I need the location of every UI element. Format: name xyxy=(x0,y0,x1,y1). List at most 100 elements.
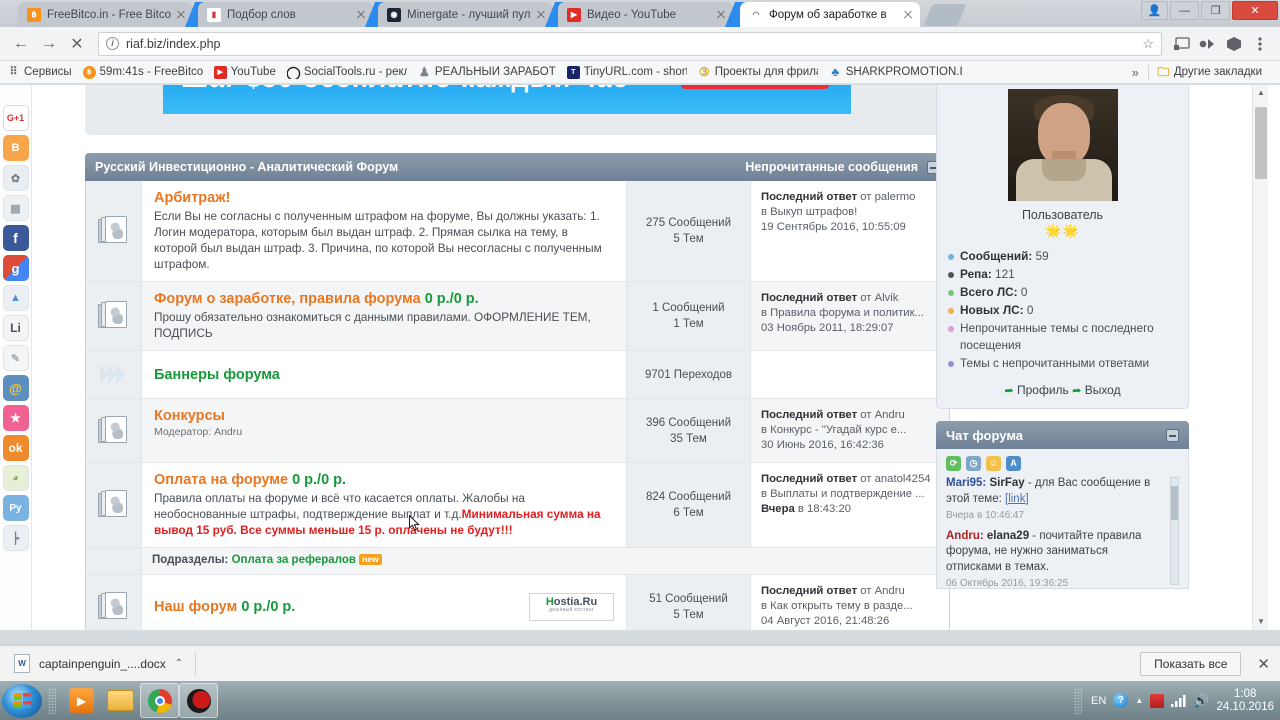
wifi-bars-icon[interactable] xyxy=(1171,694,1187,707)
promo-banner[interactable]: Шаг $50 бесплатно каждый час xyxy=(163,85,851,114)
forum-row[interactable]: Форум о заработке, правила форума 0 р./0… xyxy=(86,282,949,351)
chat-link[interactable]: [link] xyxy=(1005,493,1029,505)
bookmark-realny-zarabotok[interactable]: ♟ РЕАЛЬНЫЙ ЗАРАБОТ xyxy=(418,66,556,79)
hostia-sponsor-banner[interactable]: HHostia.Ruostia.Ru дешёвый хостинг xyxy=(529,592,614,621)
google-drive-share-icon[interactable]: ▲ xyxy=(2,285,29,311)
speaker-icon[interactable]: 🔊 xyxy=(1193,693,1209,709)
mail-ru-share-icon[interactable]: @ xyxy=(2,375,29,401)
language-indicator[interactable]: EN xyxy=(1091,695,1106,707)
lastpost-author[interactable]: от anatol4254 xyxy=(860,473,930,485)
close-icon[interactable] xyxy=(715,9,727,21)
box-extension-icon[interactable] xyxy=(1221,31,1246,56)
liveinternet-share-icon[interactable]: Li xyxy=(2,315,29,341)
blogger-share-icon[interactable]: B xyxy=(2,135,29,161)
address-bar[interactable]: i riaf.biz/index.php ☆ xyxy=(98,31,1162,56)
unread-messages-link[interactable]: Непрочитанные сообщения xyxy=(745,160,918,174)
smiley-icon[interactable]: ☺ xyxy=(986,456,1001,471)
chevron-up-icon[interactable]: ⌃ xyxy=(175,658,183,669)
forum-row[interactable]: Наш форум 0 р./0 р. HHostia.Ruostia.Ru д… xyxy=(86,575,949,630)
close-window-button[interactable]: ✕ xyxy=(1232,1,1278,20)
forum-title-link[interactable]: Форум о заработке, правила форума 0 р./0… xyxy=(154,291,614,307)
qr-share-icon[interactable]: ▩ xyxy=(2,195,29,221)
chat-scrollbar[interactable] xyxy=(1170,477,1179,585)
close-shelf-icon[interactable]: ✕ xyxy=(1257,655,1270,673)
close-icon[interactable] xyxy=(535,9,547,21)
minimize-button[interactable]: — xyxy=(1170,1,1199,20)
forum-title-link[interactable]: Оплата на форуме 0 р./0 р. xyxy=(154,472,614,488)
forum-row[interactable]: Конкурсы Модератор: Andru 396 Сообщений … xyxy=(86,399,949,463)
forum-title-link[interactable]: Баннеры форума xyxy=(154,367,280,383)
help-icon[interactable]: ? xyxy=(1113,693,1129,708)
scroll-down-arrow-icon[interactable]: ▼ xyxy=(1253,614,1269,630)
subsection-link[interactable]: Оплата за рефералов xyxy=(232,554,356,566)
favorites-star-icon[interactable]: ★ xyxy=(2,405,29,431)
windows-media-player-icon[interactable]: ▶ xyxy=(62,683,101,718)
more-share-icon[interactable]: ┝ xyxy=(2,525,29,551)
bookmark-freelance-projects[interactable]: ③ Проекты для фрилан xyxy=(698,66,818,79)
link-unread-topics[interactable]: Непрочитанные темы с последнего посещени… xyxy=(947,320,1178,354)
forum-row[interactable]: Арбитраж! Если Вы не согласны с полученн… xyxy=(86,181,949,282)
google-chrome-icon[interactable] xyxy=(140,683,179,718)
banner-cta-button[interactable] xyxy=(681,85,829,89)
maximize-button[interactable]: ❐ xyxy=(1201,1,1230,20)
pen-share-icon[interactable]: ✎ xyxy=(2,345,29,371)
forum-row[interactable]: Баннеры форума 9701 Переходов xyxy=(86,351,949,399)
livejournal-share-icon[interactable]: ✿ xyxy=(2,165,29,191)
forum-title-link[interactable]: Конкурсы xyxy=(154,408,614,424)
browser-tab-1[interactable]: ฿ FreeBitco.in - Free Bitcoi xyxy=(18,2,193,27)
lastpost-author[interactable]: от palermo xyxy=(860,191,915,203)
scrollbar-thumb[interactable] xyxy=(1255,107,1267,179)
site-info-icon[interactable]: i xyxy=(106,37,119,50)
google-share-icon[interactable]: g xyxy=(2,255,29,281)
bookmark-youtube[interactable]: ▶ YouTube xyxy=(213,65,276,79)
stop-button[interactable]: ✕ xyxy=(64,31,90,57)
lastpost-topic[interactable]: в Конкурс - "Угадай курс е... xyxy=(761,423,941,438)
bookmark-tinyurl[interactable]: T TinyURL.com - shorte xyxy=(566,65,687,79)
close-icon[interactable] xyxy=(355,9,367,21)
lastpost-topic[interactable]: в Выкуп штрафов! xyxy=(761,205,941,220)
bookmark-sharkpromotion[interactable]: ♣ SHARKPROMOTION.I xyxy=(829,66,962,79)
cast-icon[interactable] xyxy=(1169,31,1194,56)
show-all-downloads-button[interactable]: Показать все xyxy=(1140,651,1242,676)
font-style-icon[interactable]: A xyxy=(1006,456,1021,471)
page-scrollbar-vertical[interactable]: ▲ ▼ xyxy=(1252,85,1268,630)
lastpost-topic[interactable]: в Выплаты и подтверждение ... xyxy=(761,487,941,502)
bookmark-services[interactable]: ⠿ Сервисы xyxy=(7,66,71,79)
chat-author[interactable]: Andru: xyxy=(946,530,984,542)
profile-link[interactable]: Профиль xyxy=(1017,383,1069,397)
forum-row[interactable]: Оплата на форуме 0 р./0 р. Правила оплат… xyxy=(86,463,949,548)
facebook-share-icon[interactable]: f xyxy=(2,225,29,251)
logout-link[interactable]: Выход xyxy=(1085,383,1121,397)
chat-author[interactable]: Mari95: xyxy=(946,477,986,489)
show-hidden-icons-icon[interactable]: ▲ xyxy=(1135,696,1143,705)
file-explorer-icon[interactable] xyxy=(101,683,140,718)
bookmarks-overflow-button[interactable]: » xyxy=(1123,65,1148,80)
new-tab-button[interactable] xyxy=(923,4,967,26)
extension-puzzle-icon[interactable] xyxy=(1195,31,1220,56)
scroll-up-arrow-icon[interactable]: ▲ xyxy=(1253,85,1269,101)
clock[interactable]: 1:08 24.10.2016 xyxy=(1216,688,1274,714)
browser-tab-2[interactable]: ▮ Подбор слов xyxy=(198,2,373,27)
google-plus-share-icon[interactable]: G+1 xyxy=(2,105,29,131)
lastpost-topic[interactable]: в Как открыть тему в разде... xyxy=(761,599,941,614)
close-icon[interactable] xyxy=(902,9,914,21)
shield-icon[interactable] xyxy=(1150,693,1165,708)
lastpost-author[interactable]: от Alvik xyxy=(860,292,898,304)
profile-avatar-button[interactable]: 👤 xyxy=(1141,1,1168,20)
bookmark-freebitco[interactable]: ฿ 59m:41s - FreeBitco.i xyxy=(82,65,203,79)
forum-title-link[interactable]: Наш форум 0 р./0 р. xyxy=(154,599,295,615)
back-button[interactable]: ← xyxy=(8,31,34,57)
opera-icon[interactable] xyxy=(179,683,218,718)
cupcake-share-icon[interactable]: ◕ xyxy=(2,465,29,491)
forum-title-link[interactable]: Арбитраж! xyxy=(154,190,614,206)
other-bookmarks-folder[interactable]: 🗀 Другие закладки xyxy=(1157,66,1262,79)
rutvit-share-icon[interactable]: Ру xyxy=(2,495,29,521)
windows-start-orb[interactable] xyxy=(2,683,42,718)
refresh-icon[interactable]: ⟳ xyxy=(946,456,961,471)
forward-button[interactable]: → xyxy=(36,31,62,57)
browser-tab-3[interactable]: ◉ Minergate - лучший пул xyxy=(378,2,553,27)
download-item[interactable]: W captainpenguin_....docx ⌃ xyxy=(0,646,195,682)
collapse-icon[interactable] xyxy=(1166,428,1179,442)
browser-tab-4[interactable]: ▶ Видео - YouTube xyxy=(558,2,733,27)
bookmark-star-icon[interactable]: ☆ xyxy=(1142,36,1154,52)
